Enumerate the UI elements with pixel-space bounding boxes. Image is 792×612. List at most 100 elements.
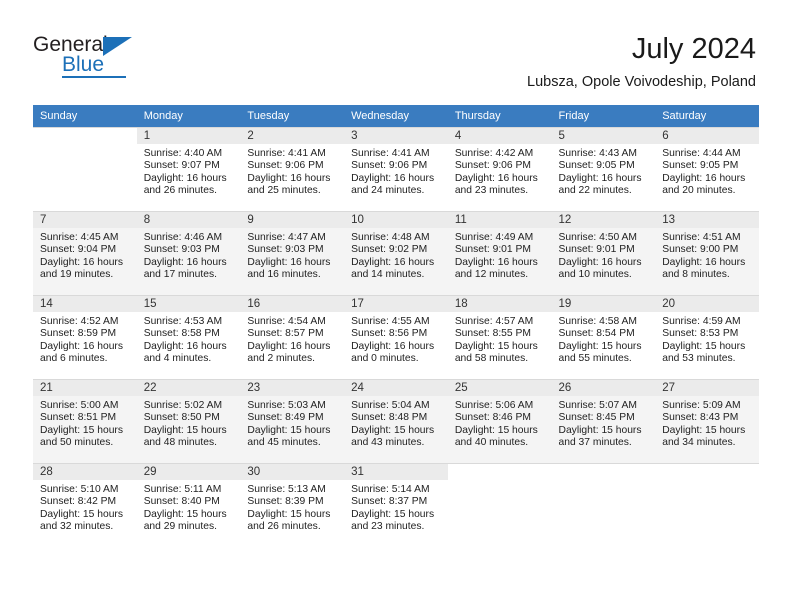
calendar-day-cell[interactable]: 20 Sunrise: 4:59 AM Sunset: 8:53 PM Dayligh… bbox=[655, 295, 759, 379]
daylight-duration-line1: Daylight: 16 hours bbox=[351, 256, 435, 268]
calendar-day-cell[interactable]: 7 Sunrise: 4:45 AM Sunset: 9:04 PM Daylight… bbox=[33, 211, 137, 295]
daylight-duration-line2: and 12 minutes. bbox=[454, 268, 529, 280]
calendar-day-cell[interactable]: 21 Sunrise: 5:00 AM Sunset: 8:51 PM Dayligh… bbox=[33, 379, 137, 463]
page-subtitle: Lubsza, Opole Voivodeship, Poland bbox=[527, 74, 756, 90]
daylight-duration-line2: and 37 minutes. bbox=[558, 436, 632, 448]
calendar-day-cell[interactable]: 3 Sunrise: 4:41 AM Sunset: 9:06 PM Daylight… bbox=[344, 127, 448, 211]
daylight-duration-line1: Daylight: 15 hours bbox=[247, 508, 331, 520]
daylight-duration-line1: Daylight: 15 hours bbox=[662, 340, 746, 352]
day-cell-inner: 12 Sunrise: 4:50 AM Sunset: 9:01 PM Dayligh… bbox=[551, 211, 656, 295]
day-cell-inner: 19 Sunrise: 4:58 AM Sunset: 8:54 PM Dayligh… bbox=[551, 295, 656, 379]
day-cell-inner: 26 Sunrise: 5:07 AM Sunset: 8:45 PM Dayligh… bbox=[551, 379, 656, 463]
day-cell-inner: 5 Sunrise: 4:43 AM Sunset: 9:05 PM Daylight… bbox=[551, 127, 656, 211]
calendar-day-cell[interactable]: 18 Sunrise: 4:57 AM Sunset: 8:55 PM Dayligh… bbox=[447, 295, 552, 379]
sunset-time: Sunset: 8:51 PM bbox=[40, 412, 117, 424]
calendar-day-cell[interactable]: 2 Sunrise: 4:41 AM Sunset: 9:06 PM Daylight… bbox=[240, 127, 345, 211]
calendar-day-cell[interactable]: 19 Sunrise: 4:58 AM Sunset: 8:54 PM Dayligh… bbox=[551, 295, 656, 379]
general-blue-logo[interactable]: General Blue bbox=[33, 34, 163, 84]
sunrise-time: Sunrise: 5:04 AM bbox=[351, 400, 430, 411]
calendar-day-cell[interactable]: 5 Sunrise: 4:43 AM Sunset: 9:05 PM Daylight… bbox=[551, 127, 656, 211]
calendar-day-cell[interactable]: 28 Sunrise: 5:10 AM Sunset: 8:42 PM Dayligh… bbox=[33, 463, 137, 547]
day-number: 12 bbox=[551, 212, 656, 228]
calendar-day-cell[interactable]: 26 Sunrise: 5:07 AM Sunset: 8:45 PM Dayligh… bbox=[551, 379, 656, 463]
daylight-duration-line2: and 48 minutes. bbox=[143, 436, 217, 448]
sunset-time: Sunset: 8:54 PM bbox=[558, 328, 635, 340]
day-sun-info: Sunrise: 4:45 AM Sunset: 9:04 PM Daylight:… bbox=[33, 228, 137, 281]
daylight-duration-line2: and 32 minutes. bbox=[40, 520, 114, 532]
day-number: 29 bbox=[136, 464, 241, 480]
daylight-duration-line2: and 6 minutes. bbox=[40, 352, 108, 364]
sunset-time: Sunset: 8:56 PM bbox=[351, 328, 428, 340]
daylight-duration-line2: and 0 minutes. bbox=[351, 352, 419, 364]
day-number: 6 bbox=[655, 128, 759, 144]
day-number: 23 bbox=[240, 380, 345, 396]
day-sun-info: Sunrise: 4:53 AM Sunset: 8:58 PM Daylight:… bbox=[137, 312, 241, 365]
sunrise-time: Sunrise: 4:57 AM bbox=[454, 316, 534, 327]
calendar-day-cell[interactable]: 6 Sunrise: 4:44 AM Sunset: 9:05 PM Daylight… bbox=[655, 127, 759, 211]
calendar-day-cell[interactable]: 15 Sunrise: 4:53 AM Sunset: 8:58 PM Dayligh… bbox=[136, 295, 241, 379]
sunset-time: Sunset: 9:03 PM bbox=[247, 244, 324, 256]
daylight-duration-line1: Daylight: 16 hours bbox=[247, 256, 331, 268]
daylight-duration-line1: Daylight: 15 hours bbox=[247, 424, 331, 436]
sunset-time: Sunset: 9:05 PM bbox=[662, 160, 739, 172]
day-cell-inner: 24 Sunrise: 5:04 AM Sunset: 8:48 PM Dayligh… bbox=[344, 379, 448, 463]
calendar-day-cell[interactable]: 9 Sunrise: 4:47 AM Sunset: 9:03 PM Daylight… bbox=[240, 211, 345, 295]
day-sun-info: Sunrise: 4:43 AM Sunset: 9:05 PM Daylight:… bbox=[552, 144, 656, 197]
day-sun-info: Sunrise: 4:51 AM Sunset: 9:00 PM Daylight:… bbox=[655, 228, 759, 281]
sunrise-time: Sunrise: 4:55 AM bbox=[351, 316, 430, 327]
day-sun-info: Sunrise: 4:42 AM Sunset: 9:06 PM Daylight:… bbox=[448, 144, 552, 197]
calendar-day-cell[interactable]: 1 Sunrise: 4:40 AM Sunset: 9:07 PM Daylight… bbox=[136, 127, 241, 211]
sunset-time: Sunset: 8:45 PM bbox=[558, 412, 635, 424]
daylight-duration-line2: and 14 minutes. bbox=[351, 268, 425, 280]
sunset-time: Sunset: 8:57 PM bbox=[247, 328, 324, 340]
sunrise-time: Sunrise: 5:09 AM bbox=[662, 400, 741, 411]
day-sun-info: Sunrise: 5:11 AM Sunset: 8:40 PM Daylight:… bbox=[137, 480, 241, 533]
calendar-day-cell[interactable]: 29 Sunrise: 5:11 AM Sunset: 8:40 PM Dayligh… bbox=[136, 463, 241, 547]
sunrise-time: Sunrise: 5:06 AM bbox=[454, 400, 534, 411]
day-cell-inner: 11 Sunrise: 4:49 AM Sunset: 9:01 PM Dayligh… bbox=[447, 211, 552, 295]
daylight-duration-line2: and 55 minutes. bbox=[558, 352, 632, 364]
day-cell-inner: 20 Sunrise: 4:59 AM Sunset: 8:53 PM Dayligh… bbox=[655, 295, 759, 379]
sunset-time: Sunset: 8:42 PM bbox=[40, 496, 117, 508]
day-number: 3 bbox=[344, 128, 448, 144]
sunrise-time: Sunrise: 5:07 AM bbox=[558, 400, 637, 411]
day-number bbox=[552, 464, 656, 480]
calendar-day-cell[interactable]: 25 Sunrise: 5:06 AM Sunset: 8:46 PM Dayligh… bbox=[447, 379, 552, 463]
calendar-day-cell[interactable]: 12 Sunrise: 4:50 AM Sunset: 9:01 PM Dayligh… bbox=[551, 211, 656, 295]
sunrise-time: Sunrise: 4:41 AM bbox=[247, 148, 326, 159]
calendar-day-cell[interactable]: 22 Sunrise: 5:02 AM Sunset: 8:50 PM Dayligh… bbox=[136, 379, 241, 463]
calendar-day-cell[interactable]: 17 Sunrise: 4:55 AM Sunset: 8:56 PM Dayligh… bbox=[344, 295, 448, 379]
calendar-day-cell[interactable]: 30 Sunrise: 5:13 AM Sunset: 8:39 PM Dayligh… bbox=[240, 463, 345, 547]
day-number: 31 bbox=[344, 464, 448, 480]
calendar-day-cell[interactable]: 13 Sunrise: 4:51 AM Sunset: 9:00 PM Dayligh… bbox=[655, 211, 759, 295]
daylight-duration-line1: Daylight: 16 hours bbox=[247, 340, 331, 352]
calendar-day-cell[interactable]: 4 Sunrise: 4:42 AM Sunset: 9:06 PM Daylight… bbox=[447, 127, 552, 211]
calendar-day-cell[interactable]: 23 Sunrise: 5:03 AM Sunset: 8:49 PM Dayligh… bbox=[240, 379, 345, 463]
day-number: 14 bbox=[33, 296, 137, 312]
calendar-day-cell[interactable]: 31 Sunrise: 5:14 AM Sunset: 8:37 PM Dayligh… bbox=[344, 463, 448, 547]
day-cell-inner: 21 Sunrise: 5:00 AM Sunset: 8:51 PM Dayligh… bbox=[33, 379, 137, 463]
calendar-page: General Blue July 2024 Lubsza, Opole Voi… bbox=[0, 0, 792, 612]
day-cell-inner: 9 Sunrise: 4:47 AM Sunset: 9:03 PM Daylight… bbox=[240, 211, 345, 295]
calendar-day-cell[interactable]: 24 Sunrise: 5:04 AM Sunset: 8:48 PM Dayligh… bbox=[344, 379, 448, 463]
sunrise-time: Sunrise: 5:11 AM bbox=[143, 484, 222, 495]
sunset-time: Sunset: 9:06 PM bbox=[247, 160, 324, 172]
day-sun-info: Sunrise: 4:40 AM Sunset: 9:07 PM Daylight:… bbox=[137, 144, 241, 197]
calendar-day-cell[interactable]: 11 Sunrise: 4:49 AM Sunset: 9:01 PM Dayligh… bbox=[447, 211, 552, 295]
calendar-day-cell[interactable]: 8 Sunrise: 4:46 AM Sunset: 9:03 PM Daylight… bbox=[136, 211, 241, 295]
day-sun-info: Sunrise: 5:00 AM Sunset: 8:51 PM Daylight:… bbox=[33, 396, 137, 449]
calendar-day-cell[interactable]: 10 Sunrise: 4:48 AM Sunset: 9:02 PM Dayligh… bbox=[344, 211, 448, 295]
calendar-day-cell[interactable]: 16 Sunrise: 4:54 AM Sunset: 8:57 PM Dayligh… bbox=[240, 295, 345, 379]
weekday-header-friday: Friday bbox=[551, 105, 656, 127]
daylight-duration-line1: Daylight: 15 hours bbox=[40, 424, 123, 436]
day-cell-inner: 28 Sunrise: 5:10 AM Sunset: 8:42 PM Dayligh… bbox=[33, 463, 137, 547]
calendar-day-cell[interactable]: 14 Sunrise: 4:52 AM Sunset: 8:59 PM Dayligh… bbox=[33, 295, 137, 379]
day-cell-inner: 18 Sunrise: 4:57 AM Sunset: 8:55 PM Dayligh… bbox=[447, 295, 552, 379]
day-number: 24 bbox=[344, 380, 448, 396]
sunrise-time: Sunrise: 5:10 AM bbox=[40, 484, 119, 495]
day-cell-inner: 29 Sunrise: 5:11 AM Sunset: 8:40 PM Dayligh… bbox=[136, 463, 241, 547]
calendar-day-cell[interactable]: 27 Sunrise: 5:09 AM Sunset: 8:43 PM Dayligh… bbox=[655, 379, 759, 463]
day-sun-info: Sunrise: 5:07 AM Sunset: 8:45 PM Daylight:… bbox=[552, 396, 656, 449]
daylight-duration-line1: Daylight: 16 hours bbox=[143, 340, 227, 352]
day-sun-info: Sunrise: 4:46 AM Sunset: 9:03 PM Daylight:… bbox=[137, 228, 241, 281]
